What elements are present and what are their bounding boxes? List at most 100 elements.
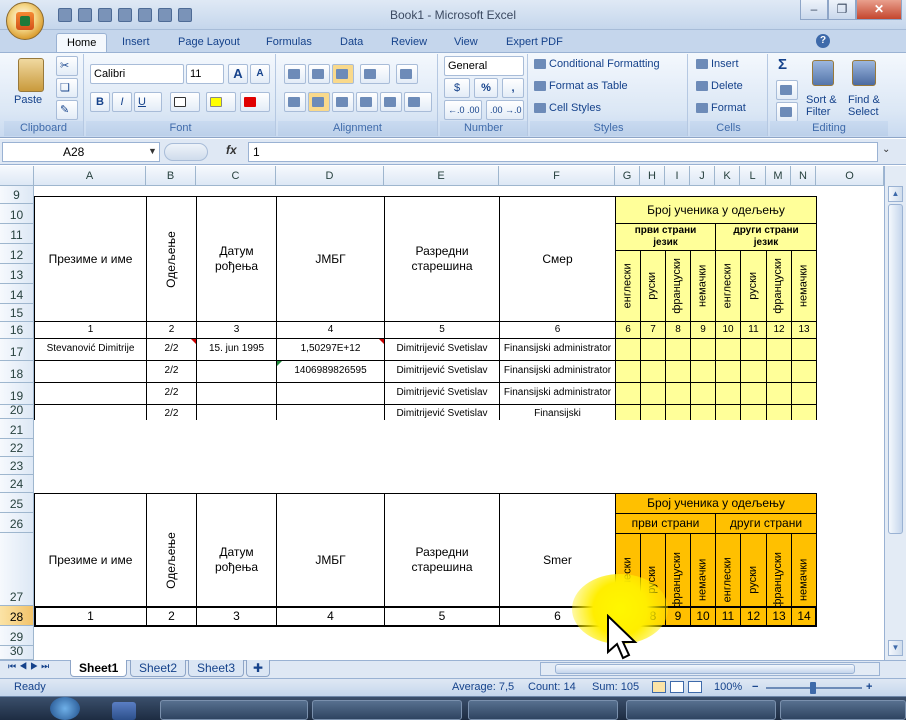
sheet-nav-icon[interactable]: ⏮◀▶⏭	[8, 661, 52, 672]
t1-count-cell[interactable]	[640, 382, 666, 405]
t2-header-second-lang[interactable]: други страни	[715, 513, 817, 534]
increase-indent-icon[interactable]	[380, 92, 402, 112]
row-header-21[interactable]: 21	[0, 419, 34, 439]
help-icon[interactable]: ?	[816, 34, 830, 48]
find-select-label[interactable]: Find & Select	[848, 94, 880, 118]
t1-count-cell[interactable]	[791, 382, 817, 405]
taskbar-item-explorer[interactable]	[160, 700, 308, 720]
normal-view-icon[interactable]	[652, 681, 666, 693]
t1-header-name[interactable]: Презиме и име	[34, 196, 147, 322]
cell-styles-button[interactable]: Cell Styles	[534, 102, 601, 114]
t1-data-cell[interactable]	[34, 360, 147, 383]
t1-count-cell[interactable]	[665, 360, 691, 383]
t1-data-cell[interactable]	[276, 382, 385, 405]
t2-number-cell[interactable]: 11	[715, 606, 741, 627]
t1-data-cell[interactable]: Dimitrijević Svetislav	[384, 382, 500, 405]
t1-count-cell[interactable]	[690, 404, 716, 420]
row-header-20[interactable]: 20	[0, 403, 34, 419]
column-header-h[interactable]: H	[640, 166, 665, 186]
t1-header-teacher[interactable]: Разредни старешина	[384, 196, 500, 322]
tab-data[interactable]: Data	[330, 33, 373, 52]
percent-button[interactable]: %	[474, 78, 498, 98]
format-as-table-button[interactable]: Format as Table	[534, 80, 628, 92]
zoom-out-icon[interactable]: −	[752, 679, 758, 696]
t1-header-count[interactable]: Број ученика у одељењу	[615, 196, 817, 224]
column-header-k[interactable]: K	[715, 166, 740, 186]
tab-insert[interactable]: Insert	[112, 33, 160, 52]
t1-header-jmbg[interactable]: ЈМБГ	[276, 196, 385, 322]
expand-formula-bar-icon[interactable]: ⌄	[882, 144, 890, 155]
t1-count-cell[interactable]	[740, 360, 767, 383]
t1-count-cell[interactable]	[665, 404, 691, 420]
t1-data-cell[interactable]: Dimitrijević Svetislav	[384, 360, 500, 383]
scroll-up-icon[interactable]: ▲	[888, 186, 903, 202]
align-middle-icon[interactable]	[308, 64, 330, 84]
font-color-icon[interactable]	[240, 92, 270, 112]
t1-header-second-lang[interactable]: други страни језик	[715, 223, 817, 251]
font-name-dropdown[interactable]: Calibri	[90, 64, 184, 84]
t1-data-cell[interactable]	[34, 404, 147, 420]
number-format-dropdown[interactable]: General	[444, 56, 524, 76]
t1-number-cell[interactable]: 9	[690, 321, 716, 339]
column-header-m[interactable]: M	[766, 166, 791, 186]
autosum-button[interactable]: Σ	[778, 56, 787, 73]
t1-data-cell[interactable]	[196, 404, 277, 420]
paste-icon[interactable]	[18, 58, 44, 92]
format-cells-button[interactable]: Format	[696, 102, 746, 114]
t1-count-cell[interactable]	[715, 338, 741, 361]
row-header-23[interactable]: 23	[0, 457, 34, 475]
sheet-tab-1[interactable]: Sheet1	[70, 660, 128, 677]
t1-data-cell[interactable]	[34, 382, 147, 405]
taskbar-item-excel[interactable]	[312, 700, 462, 720]
t1-number-cell[interactable]: 13	[791, 321, 817, 339]
row-header-11[interactable]: 11	[0, 224, 34, 244]
close-button[interactable]: ✕	[856, 0, 902, 20]
row-header-18[interactable]: 18	[0, 361, 34, 383]
column-header-n[interactable]: N	[791, 166, 816, 186]
insert-function-button[interactable]: fx	[226, 143, 237, 157]
formula-input[interactable]: 1	[248, 142, 878, 162]
row-header-10[interactable]: 10	[0, 204, 34, 224]
row-header-30[interactable]: 30	[0, 644, 34, 660]
decrease-indent-icon[interactable]	[356, 92, 378, 112]
conditional-formatting-button[interactable]: Conditional Formatting	[534, 58, 660, 70]
row-header-24[interactable]: 24	[0, 475, 34, 493]
zoom-in-icon[interactable]: +	[866, 679, 872, 696]
grow-font-button[interactable]: A	[228, 64, 248, 84]
t1-count-cell[interactable]	[715, 360, 741, 383]
column-header-j[interactable]: J	[690, 166, 715, 186]
t2-number-cell[interactable]: 4	[276, 606, 385, 627]
t1-data-cell[interactable]	[196, 382, 277, 405]
t1-count-cell[interactable]	[766, 338, 792, 361]
t1-data-cell[interactable]: Dimitrijević Svetislav	[384, 404, 500, 420]
wrap-text-icon[interactable]	[396, 64, 418, 84]
column-header-i[interactable]: I	[665, 166, 690, 186]
t2-number-cell[interactable]: 3	[196, 606, 277, 627]
sheet-tab-3[interactable]: Sheet3	[188, 660, 245, 677]
tab-formulas[interactable]: Formulas	[256, 33, 322, 52]
t1-number-cell[interactable]: 3	[196, 321, 277, 339]
t1-number-cell[interactable]: 6	[499, 321, 616, 339]
row-header-29[interactable]: 29	[0, 626, 34, 646]
tab-page-layout[interactable]: Page Layout	[168, 33, 250, 52]
t1-count-cell[interactable]	[766, 382, 792, 405]
t1-number-cell[interactable]: 2	[146, 321, 197, 339]
t1-header-dob[interactable]: Датум рођења	[196, 196, 277, 322]
column-header-g[interactable]: G	[615, 166, 640, 186]
decrease-decimal-button[interactable]: .00 →.0	[486, 100, 524, 120]
t1-count-cell[interactable]	[740, 382, 767, 405]
page-layout-view-icon[interactable]	[670, 681, 684, 693]
align-right-icon[interactable]	[332, 92, 354, 112]
t1-count-cell[interactable]	[665, 382, 691, 405]
vertical-scroll-thumb[interactable]	[888, 204, 903, 534]
t1-count-cell[interactable]	[740, 338, 767, 361]
cut-icon[interactable]: ✂	[56, 56, 78, 76]
horizontal-scrollbar[interactable]	[540, 662, 880, 676]
t1-data-cell[interactable]	[196, 360, 277, 383]
t1-count-cell[interactable]	[615, 404, 641, 420]
format-painter-icon[interactable]: ✎	[56, 100, 78, 120]
align-left-icon[interactable]	[284, 92, 306, 112]
row-header-19[interactable]: 19	[0, 383, 34, 405]
t1-count-cell[interactable]	[740, 404, 767, 420]
restore-button[interactable]: ❐	[828, 0, 856, 20]
